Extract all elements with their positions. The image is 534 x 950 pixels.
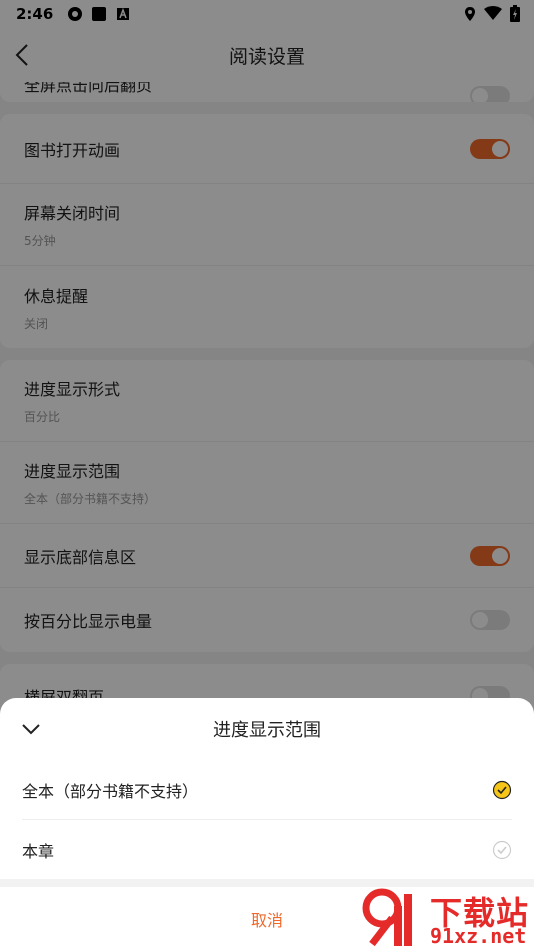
- option-chapter[interactable]: 本章: [22, 820, 512, 880]
- chevron-down-icon[interactable]: [20, 718, 42, 740]
- option-label: 全本（部分书籍不支持）: [22, 781, 199, 801]
- watermark-url: 91xz.net: [430, 924, 527, 948]
- sheet-divider: [0, 879, 534, 887]
- sheet-title: 进度显示范围: [213, 720, 321, 741]
- sheet-header: 进度显示范围: [0, 698, 534, 760]
- check-unselected-icon: [492, 840, 512, 859]
- option-label: 本章: [22, 841, 55, 861]
- watermark-logo-icon: [362, 888, 412, 947]
- watermark: 下载站 91xz.net: [362, 888, 534, 950]
- check-selected-icon: [492, 780, 512, 799]
- option-whole-book[interactable]: 全本（部分书籍不支持）: [22, 760, 512, 820]
